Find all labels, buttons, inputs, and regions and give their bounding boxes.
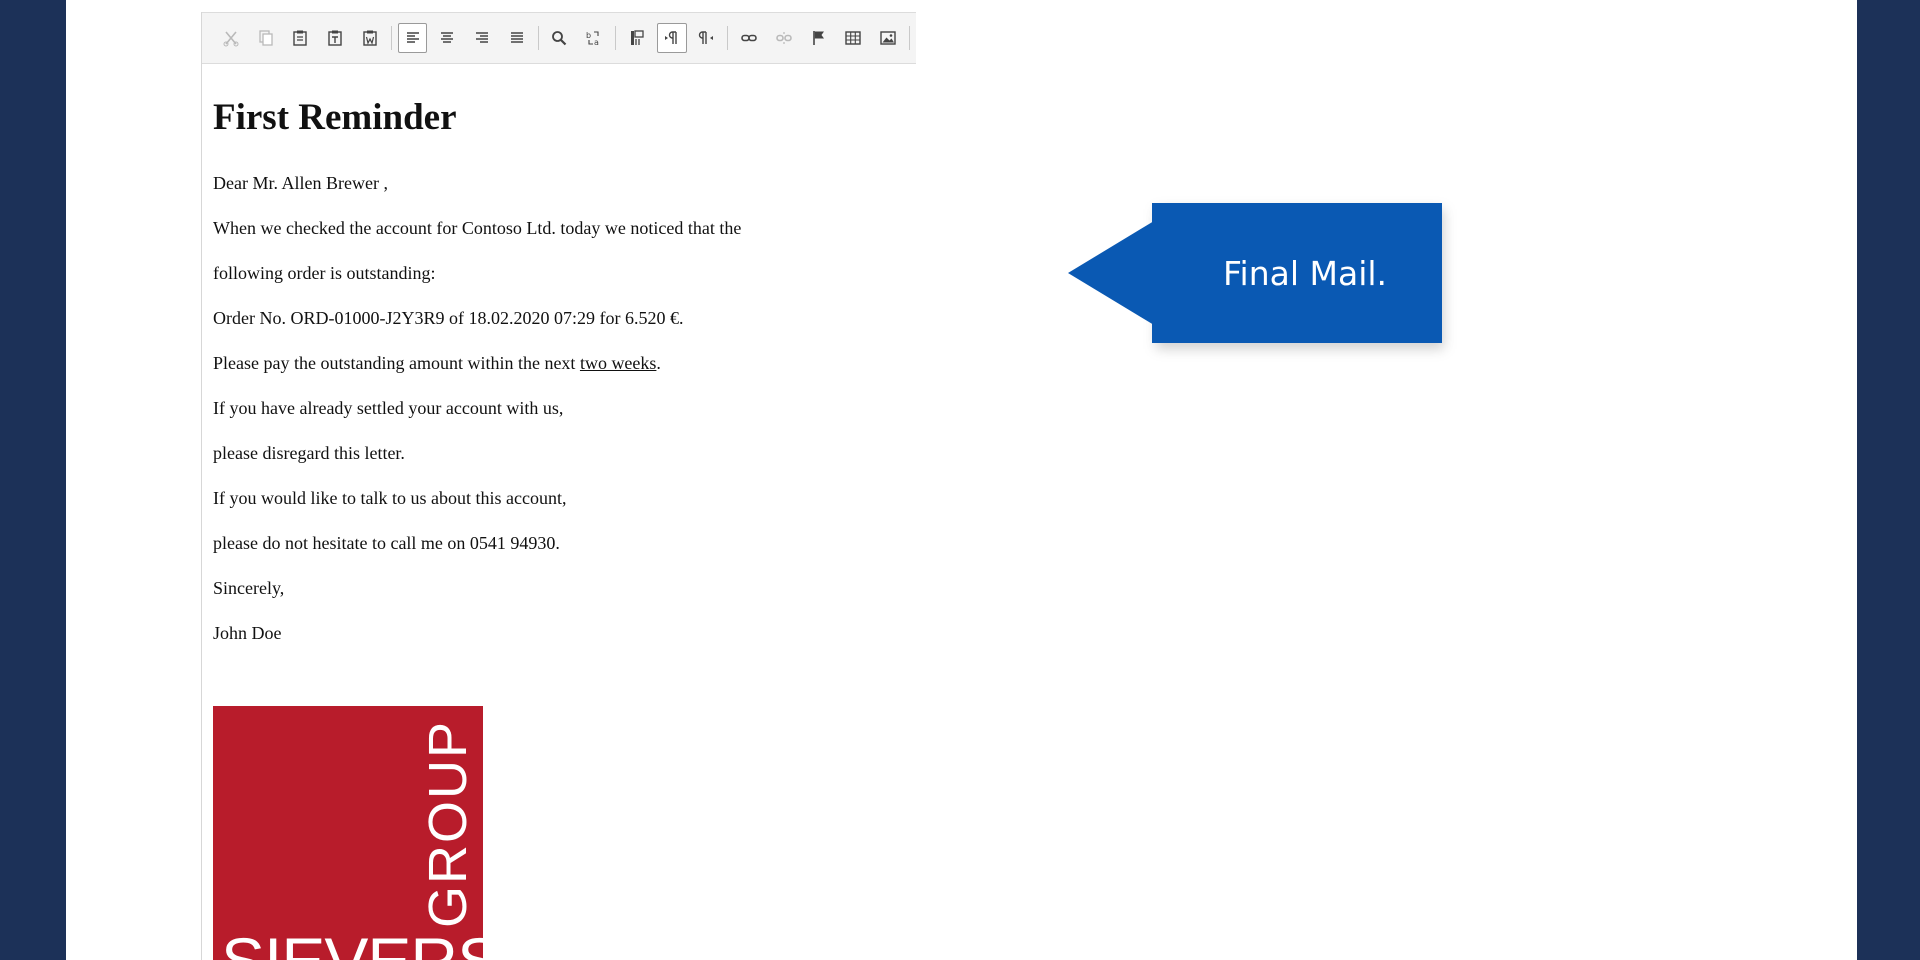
copy-icon[interactable] <box>251 23 281 53</box>
letter-line-5: If you have already settled your account… <box>213 398 564 418</box>
letter-body[interactable]: First Reminder Dear Mr. Allen Brewer , W… <box>213 94 903 656</box>
image-icon[interactable] <box>873 23 903 53</box>
toolbar-separator <box>537 26 539 50</box>
letter-line-7: If you would like to talk to us about th… <box>213 488 567 508</box>
ltr-icon[interactable] <box>656 23 687 53</box>
anchor-icon[interactable] <box>804 23 834 53</box>
find-icon[interactable] <box>545 23 575 53</box>
letter-line-6: please disregard this letter. <box>213 443 405 463</box>
paste-text-icon[interactable] <box>320 23 350 53</box>
justify-icon[interactable] <box>502 23 532 53</box>
svg-text:a: a <box>594 38 599 47</box>
callout-arrow-icon <box>1068 221 1154 325</box>
company-logo: GROUP SIEVERS <box>213 706 483 960</box>
toolbar-separator <box>908 26 910 50</box>
table-icon[interactable] <box>838 23 868 53</box>
toolbar-separator <box>390 26 392 50</box>
show-blocks-icon[interactable] <box>622 23 652 53</box>
unlink-icon[interactable] <box>769 23 799 53</box>
letter-closing: Sincerely, <box>213 578 285 598</box>
rtl-icon[interactable] <box>692 23 722 53</box>
logo-group-text: GROUP <box>418 720 478 929</box>
editor-toolbar: ba <box>202 12 916 64</box>
toolbar-separator <box>727 26 729 50</box>
link-icon[interactable] <box>734 23 764 53</box>
callout-annotation: Final Mail. <box>1068 203 1448 349</box>
slide-canvas: ba First Reminder Dear Mr. Allen Brewer … <box>66 0 1857 960</box>
toolbar-separator <box>615 26 617 50</box>
replace-icon[interactable]: ba <box>579 23 609 53</box>
letter-greeting: Dear Mr. Allen Brewer , <box>213 173 388 193</box>
letter-signature: John Doe <box>213 623 282 643</box>
letter-line-4: Please pay the outstanding amount within… <box>213 341 903 386</box>
paste-word-icon[interactable] <box>355 23 385 53</box>
letter-line-3: Order No. ORD-01000-J2Y3R9 of 18.02.2020… <box>213 308 684 328</box>
logo-sievers-text: SIEVERS <box>221 928 483 960</box>
align-center-icon[interactable] <box>432 23 462 53</box>
letter-line-4-prefix: Please pay the outstanding amount within… <box>213 353 580 373</box>
align-left-icon[interactable] <box>397 23 428 53</box>
callout-text: Final Mail. <box>1222 253 1388 293</box>
letter-line-2: following order is outstanding: <box>213 263 436 283</box>
letter-title: First Reminder <box>213 97 457 138</box>
paste-icon[interactable] <box>285 23 315 53</box>
callout-box: Final Mail. <box>1152 203 1442 343</box>
letter-line-4-suffix: . <box>656 353 661 373</box>
letter-line-1: When we checked the account for Contoso … <box>213 218 742 238</box>
align-right-icon[interactable] <box>467 23 497 53</box>
rich-text-editor: ba First Reminder Dear Mr. Allen Brewer … <box>201 12 916 960</box>
letter-line-8: please do not hesitate to call me on 054… <box>213 533 560 553</box>
svg-text:b: b <box>586 31 591 40</box>
cut-icon[interactable] <box>216 23 246 53</box>
deadline-text: two weeks <box>579 353 657 373</box>
